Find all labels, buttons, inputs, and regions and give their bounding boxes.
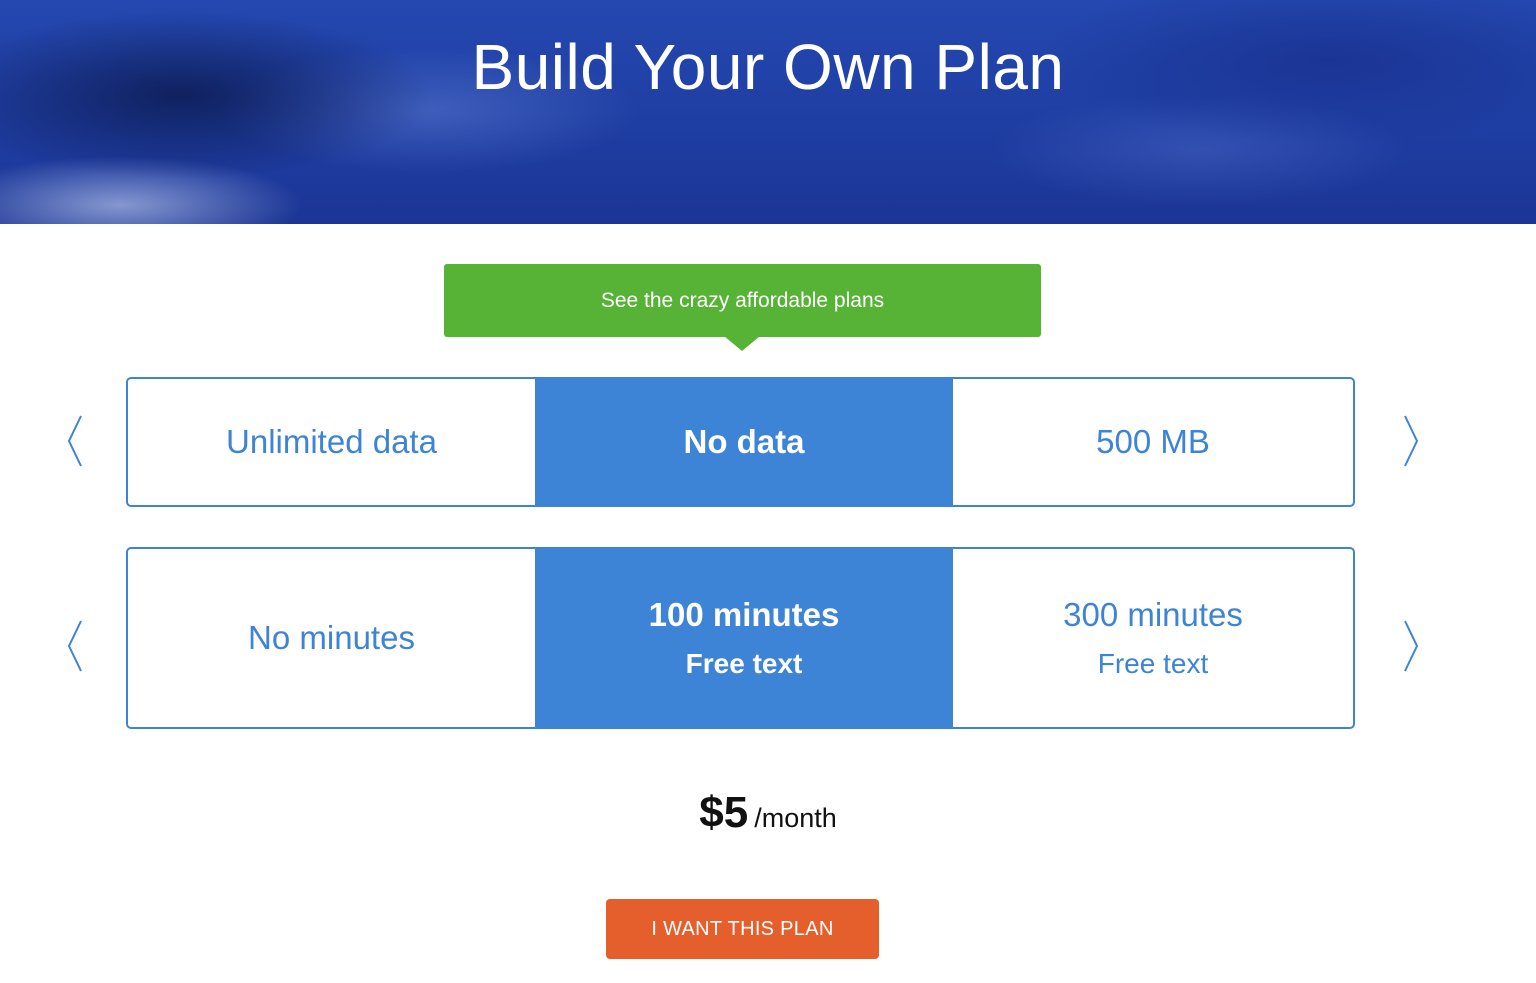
minutes-option-300[interactable]: 300 minutes Free text xyxy=(952,549,1353,727)
minutes-option-none[interactable]: No minutes xyxy=(128,549,536,727)
data-selector: Unlimited data No data 500 MB xyxy=(126,377,1355,507)
chevron-right-icon xyxy=(1404,620,1419,672)
chevron-left-icon xyxy=(67,620,82,672)
price-period: /month xyxy=(754,803,837,833)
choose-plan-button[interactable]: I WANT THIS PLAN xyxy=(606,899,879,959)
minutes-prev-button[interactable] xyxy=(60,616,90,676)
promo-callout-text: See the crazy affordable plans xyxy=(600,288,885,312)
minutes-option-100[interactable]: 100 minutes Free text xyxy=(536,549,952,727)
chevron-right-icon xyxy=(1404,415,1419,467)
option-label: Unlimited data xyxy=(226,423,437,460)
minutes-selector: No minutes 100 minutes Free text 300 min… xyxy=(126,547,1355,729)
minutes-next-button[interactable] xyxy=(1396,616,1426,676)
data-option-500mb[interactable]: 500 MB xyxy=(952,379,1353,505)
option-sublabel: Free text xyxy=(1097,648,1209,679)
plan-price: $5/month xyxy=(0,788,1536,838)
promo-callout: See the crazy affordable plans xyxy=(444,264,1041,337)
promo-callout-pointer xyxy=(724,336,760,351)
data-option-unlimited[interactable]: Unlimited data xyxy=(128,379,536,505)
data-prev-button[interactable] xyxy=(60,411,90,471)
page-title: Build Your Own Plan xyxy=(471,31,1065,103)
data-option-no-data[interactable]: No data xyxy=(536,379,952,505)
chevron-left-icon xyxy=(67,415,82,467)
option-label: 100 minutes xyxy=(648,596,840,633)
option-label: No minutes xyxy=(248,619,415,656)
option-sublabel: Free text xyxy=(685,648,803,679)
option-label: No data xyxy=(683,423,805,460)
price-amount: $5 xyxy=(699,788,749,837)
option-label: 300 minutes xyxy=(1063,596,1243,633)
data-next-button[interactable] xyxy=(1396,411,1426,471)
option-label: 500 MB xyxy=(1096,423,1210,460)
hero-banner: Build Your Own Plan xyxy=(0,0,1536,224)
